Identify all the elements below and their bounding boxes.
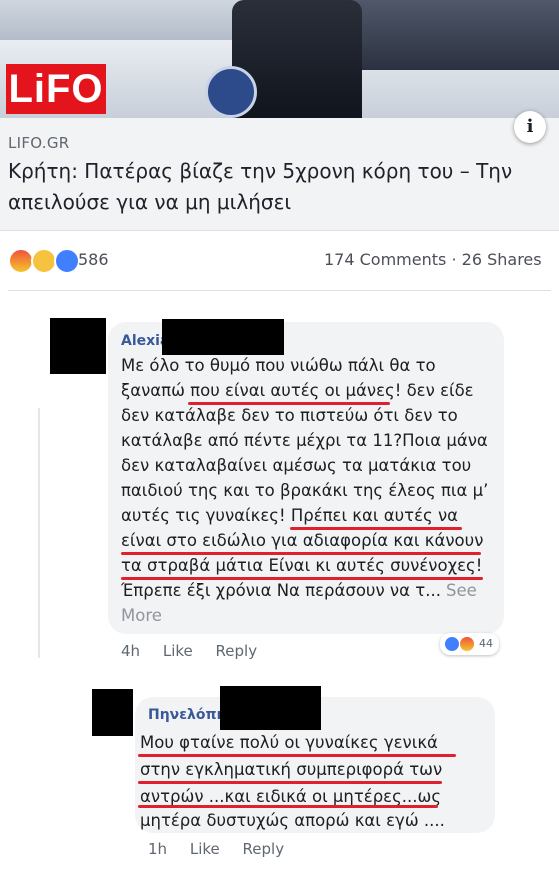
name-redacted bbox=[162, 319, 284, 355]
reaction-icons[interactable] bbox=[8, 248, 81, 274]
comment-line: τα στραβά μάτια Είναι κι αυτές συνένοχες… bbox=[121, 556, 483, 575]
comment-time[interactable]: 4h bbox=[121, 642, 140, 660]
thread-line bbox=[38, 408, 40, 658]
divider bbox=[8, 290, 551, 291]
comment-line: Με όλο το θυμό που νιώθω πάλι θα το bbox=[121, 356, 436, 375]
comment-actions: 4h Like Reply bbox=[121, 642, 275, 660]
stats-separator: · bbox=[451, 250, 457, 269]
link-domain: LIFO.GR bbox=[8, 134, 70, 152]
comments-count[interactable]: 174 Comments bbox=[324, 250, 446, 269]
shares-count[interactable]: 26 Shares bbox=[462, 250, 542, 269]
highlight-underline bbox=[290, 527, 462, 530]
sad-icon bbox=[31, 248, 58, 274]
highlight-underline bbox=[138, 754, 456, 757]
lifo-logo: LiFO bbox=[6, 64, 106, 114]
see-more-link[interactable]: More bbox=[121, 603, 162, 628]
like-icon bbox=[54, 248, 81, 274]
avatar-redacted[interactable] bbox=[50, 318, 106, 374]
info-icon[interactable]: i bbox=[514, 111, 546, 143]
highlight-underline bbox=[121, 577, 483, 580]
angry-icon bbox=[458, 636, 475, 652]
highlight-underline bbox=[121, 552, 481, 555]
like-button[interactable]: Like bbox=[163, 642, 193, 660]
comment-line: δεν καταλαβαίνει αμέσως τα ματάκια του bbox=[121, 456, 472, 475]
reply-button[interactable]: Reply bbox=[243, 840, 285, 858]
name-redacted bbox=[220, 686, 321, 730]
see-more-link[interactable]: See bbox=[446, 578, 477, 603]
comment-line: είναι στο ειδώλιο για αδιαφορία και κάνο… bbox=[121, 531, 484, 550]
post-stats: 174 Comments · 26 Shares bbox=[324, 250, 542, 269]
comment-reaction-count: 44 bbox=[479, 637, 493, 650]
comment-line: Έπρεπε έξι χρόνια Να περάσουν να τ... bbox=[121, 581, 441, 600]
comment-time[interactable]: 1h bbox=[148, 840, 167, 858]
like-button[interactable]: Like bbox=[190, 840, 220, 858]
comment-line: στην εγκληματική συμπεριφορά των bbox=[140, 760, 443, 779]
comment-line: αυτές τις γυναίκες! Πρέπει και αυτές να bbox=[121, 506, 459, 525]
highlight-underline bbox=[138, 781, 442, 784]
article-image[interactable]: LiFO bbox=[0, 0, 559, 118]
comment-line: ξαναπώ που είναι αυτές οι μάνες! δεν είδ… bbox=[121, 381, 474, 400]
comment-line: κατάλαβε από πέντε μέχρι τα 11?Ποια μάνα bbox=[121, 431, 488, 450]
reply-button[interactable]: Reply bbox=[216, 642, 258, 660]
highlight-underline bbox=[138, 805, 438, 808]
comment-actions: 1h Like Reply bbox=[148, 840, 302, 858]
comment-line: μητέρα δυστυχώς απορώ και εγώ .... bbox=[140, 811, 445, 830]
like-icon bbox=[444, 636, 460, 652]
angry-icon bbox=[8, 248, 34, 274]
police-emblem-graphic bbox=[205, 66, 257, 118]
comment-line: δεν κατάλαβε δεν το πιστεύω ότι δεν το bbox=[121, 406, 458, 425]
highlight-underline bbox=[188, 402, 390, 405]
avatar-redacted[interactable] bbox=[92, 689, 133, 736]
comment-line: παιδιού της και το βρακάκι της έλεος πια… bbox=[121, 481, 489, 500]
link-headline[interactable]: Κρήτη: Πατέρας βίαζε την 5χρονη κόρη του… bbox=[8, 156, 518, 218]
comment-author[interactable]: Πηνελόπη bbox=[148, 707, 227, 723]
reaction-count[interactable]: 586 bbox=[78, 250, 109, 269]
comment-reactions[interactable]: 44 bbox=[440, 633, 499, 655]
comment-line: Μου φταίνε πολύ οι γυναίκες γενικά bbox=[140, 733, 438, 752]
